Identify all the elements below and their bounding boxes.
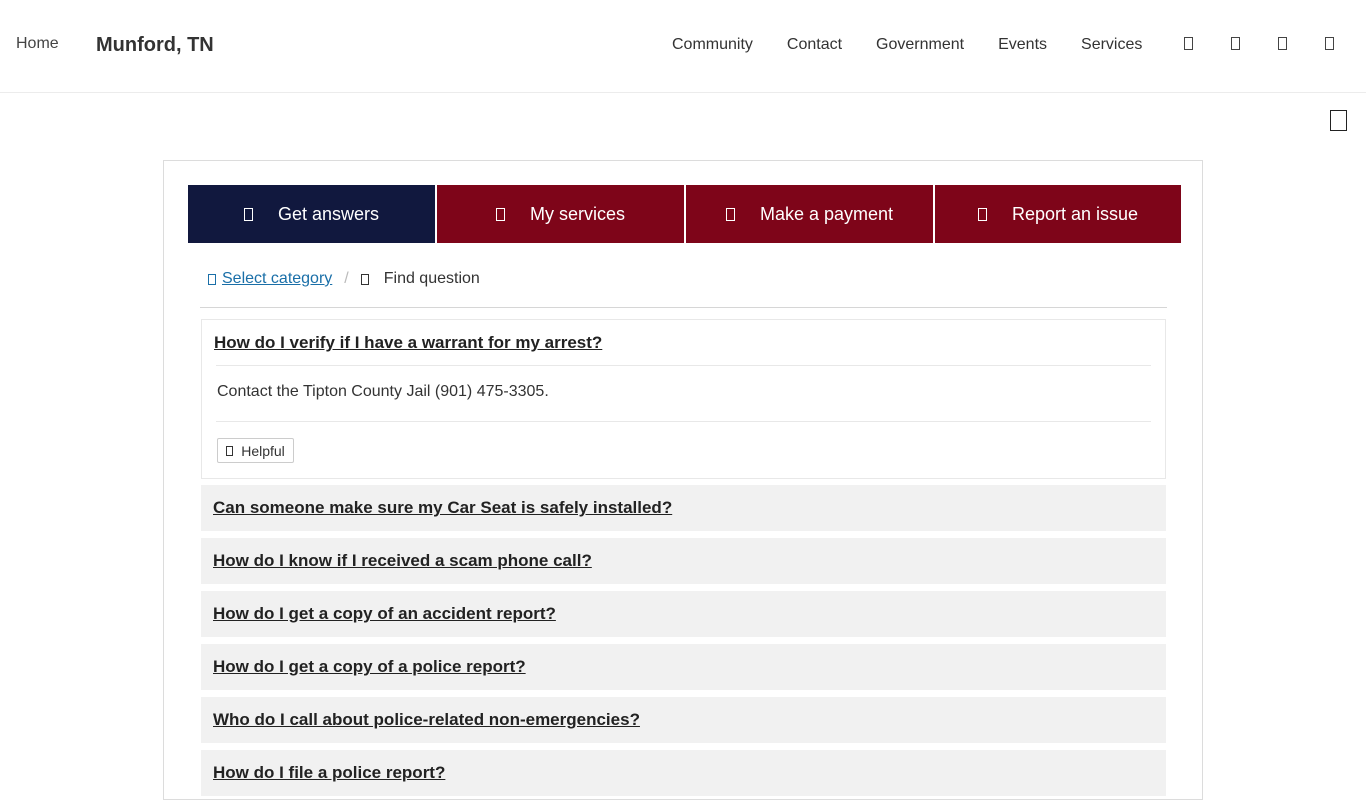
faq-item[interactable]: How do I know if I received a scam phone… xyxy=(201,538,1166,584)
divider xyxy=(200,307,1167,308)
services-icon xyxy=(495,207,505,221)
tab-label: Report an issue xyxy=(1011,203,1139,224)
search-icon[interactable] xyxy=(1184,37,1193,50)
helpful-label: Helpful xyxy=(241,442,285,459)
main-nav: Community Contact Government Events Serv… xyxy=(672,36,1176,54)
tab-label: Make a payment xyxy=(759,203,894,224)
translate-icon[interactable] xyxy=(1231,37,1240,50)
nav-item-services[interactable]: Services xyxy=(1081,36,1142,54)
payment-icon xyxy=(725,207,735,221)
tab-report-an-issue[interactable]: Report an issue xyxy=(935,185,1181,243)
thumbs-up-icon xyxy=(226,445,234,456)
tab-make-a-payment[interactable]: Make a payment xyxy=(686,185,933,243)
faq-item[interactable]: How do I get a copy of a police report? xyxy=(201,644,1166,690)
nav-item-community[interactable]: Community xyxy=(672,36,753,54)
tab-label: My services xyxy=(529,203,625,224)
faq-question[interactable]: How do I file a police report? xyxy=(213,763,445,783)
tab-get-answers[interactable]: Get answers xyxy=(188,185,435,243)
faq-list: How do I verify if I have a warrant for … xyxy=(201,319,1166,803)
question-icon xyxy=(243,207,253,221)
faq-item[interactable]: How do I get a copy of an accident repor… xyxy=(201,591,1166,637)
breadcrumb: Select category / Find question xyxy=(208,270,480,288)
helpful-button[interactable]: Helpful xyxy=(217,438,294,463)
divider xyxy=(216,421,1151,422)
breadcrumb-separator: / xyxy=(344,270,349,287)
faq-item[interactable]: Can someone make sure my Car Seat is saf… xyxy=(201,485,1166,531)
breadcrumb-find-question: Find question xyxy=(360,270,480,288)
account-icon[interactable] xyxy=(1278,37,1287,50)
question-icon xyxy=(360,273,369,285)
faq-question[interactable]: How do I verify if I have a warrant for … xyxy=(214,333,602,353)
faq-answer: Contact the Tipton County Jail (901) 475… xyxy=(217,383,549,400)
site-header: Home Munford, TN Community Contact Gover… xyxy=(0,0,1366,93)
tab-my-services[interactable]: My services xyxy=(437,185,684,243)
home-logo[interactable]: Home xyxy=(16,35,59,53)
breadcrumb-current-label: Find question xyxy=(383,270,480,287)
faq-question[interactable]: How do I know if I received a scam phone… xyxy=(213,551,592,571)
breadcrumb-link-label: Select category xyxy=(222,270,333,287)
logo-alt-text: Home xyxy=(16,35,59,52)
nav-item-government[interactable]: Government xyxy=(876,36,964,54)
menu-icon[interactable] xyxy=(1325,37,1334,50)
report-icon xyxy=(977,207,987,221)
faq-item-expanded: How do I verify if I have a warrant for … xyxy=(201,319,1166,479)
bookmark-icon[interactable] xyxy=(1330,110,1347,131)
faq-item[interactable]: Who do I call about police-related non-e… xyxy=(201,697,1166,743)
site-title[interactable]: Munford, TN xyxy=(96,34,214,57)
service-tabs: Get answers My services Make a payment R… xyxy=(188,185,1181,243)
faq-question[interactable]: How do I get a copy of an accident repor… xyxy=(213,604,556,624)
faq-question[interactable]: Can someone make sure my Car Seat is saf… xyxy=(213,498,672,518)
divider xyxy=(216,365,1151,366)
breadcrumb-select-category[interactable]: Select category xyxy=(208,270,332,288)
nav-item-events[interactable]: Events xyxy=(998,36,1047,54)
faq-question[interactable]: Who do I call about police-related non-e… xyxy=(213,710,640,730)
category-icon xyxy=(208,273,216,285)
services-panel: Get answers My services Make a payment R… xyxy=(163,160,1203,800)
faq-item[interactable]: How do I file a police report? xyxy=(201,750,1166,796)
header-icon-group xyxy=(1184,37,1334,50)
nav-item-contact[interactable]: Contact xyxy=(787,36,842,54)
tab-label: Get answers xyxy=(277,203,380,224)
faq-question[interactable]: How do I get a copy of a police report? xyxy=(213,657,526,677)
